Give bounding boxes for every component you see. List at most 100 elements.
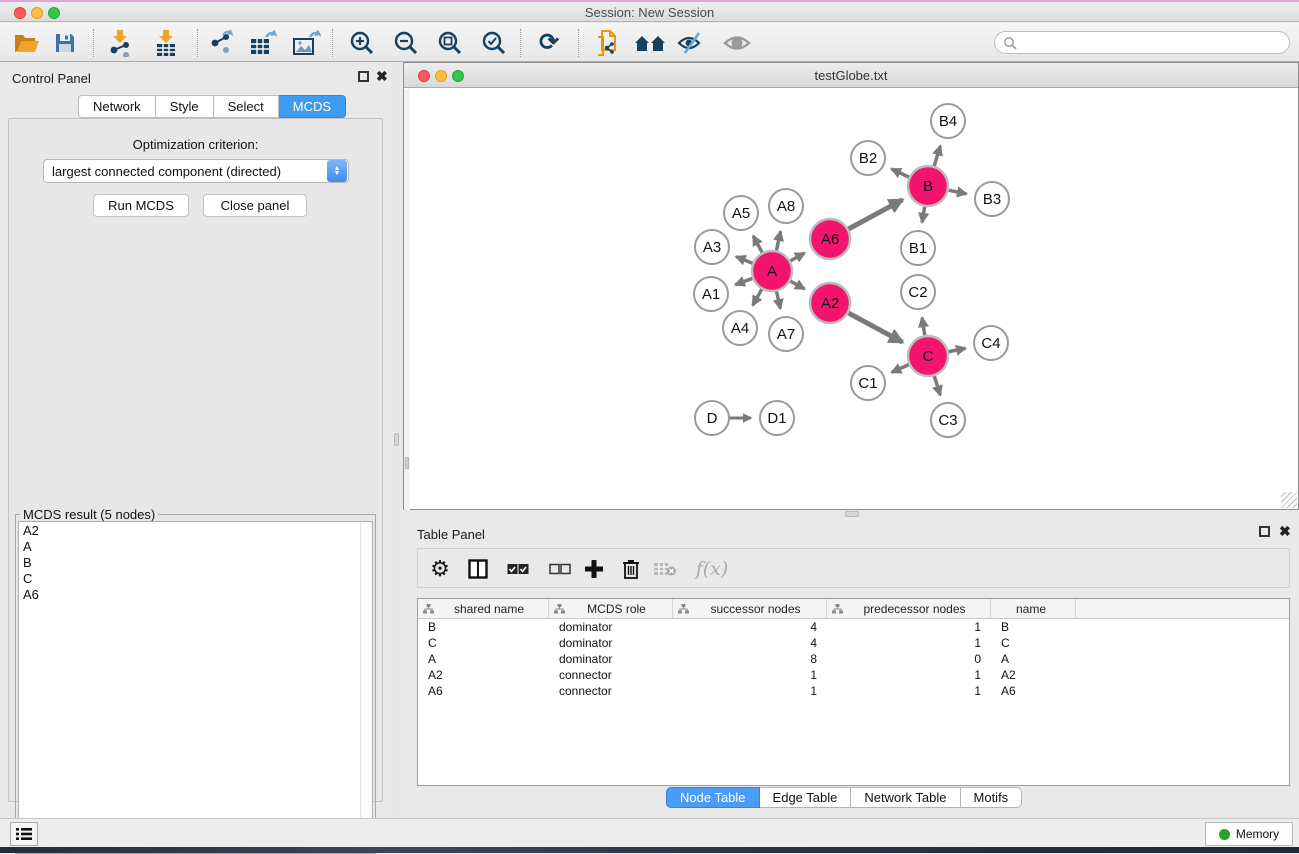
table-row[interactable]: Bdominator41B — [418, 619, 1289, 635]
task-history-button[interactable] — [10, 822, 38, 846]
graph-node-A1[interactable]: A1 — [694, 277, 728, 311]
graph-edge[interactable] — [790, 253, 804, 261]
open-session-icon[interactable] — [12, 29, 42, 57]
column-selector-icon[interactable] — [464, 555, 492, 583]
network-graph[interactable]: B4B2BB3A8A5A6B1A3AA1C2A2A4A7C4CC1C3DD1 — [410, 89, 1298, 509]
column-header-mcds-role[interactable]: MCDS role — [549, 599, 673, 618]
graph-edge[interactable] — [848, 200, 902, 229]
mcds-result-item[interactable]: A2 — [19, 522, 372, 538]
graph-edge[interactable] — [892, 169, 909, 177]
mcds-result-item[interactable]: A — [19, 538, 372, 554]
graph-node-B4[interactable]: B4 — [931, 104, 965, 138]
graph-node-A8[interactable]: A8 — [769, 189, 803, 223]
export-network-icon[interactable] — [206, 29, 236, 57]
network-window-titlebar[interactable]: testGlobe.txt — [404, 63, 1298, 88]
table-row[interactable]: A2connector11A2 — [418, 667, 1289, 683]
close-panel-icon[interactable]: ✖ — [1279, 523, 1291, 540]
zoom-fit-icon[interactable] — [435, 29, 465, 57]
table-row[interactable]: Cdominator41C — [418, 635, 1289, 651]
optimization-criterion-select[interactable]: largest connected component (directed) ▲… — [43, 159, 349, 183]
graph-edge[interactable] — [922, 318, 925, 336]
graph-edge[interactable] — [735, 278, 752, 284]
import-network-icon[interactable] — [105, 29, 135, 57]
zoom-in-icon[interactable] — [347, 29, 377, 57]
mcds-result-list[interactable]: A2ABCA6 — [18, 521, 373, 851]
splitter-handle[interactable] — [394, 433, 399, 446]
table-row[interactable]: Adominator80A — [418, 651, 1289, 667]
mcds-result-item[interactable]: B — [19, 554, 372, 570]
graph-edge[interactable] — [848, 313, 902, 342]
graph-node-C2[interactable]: C2 — [901, 275, 935, 309]
tab-select[interactable]: Select — [214, 95, 279, 118]
zoom-out-icon[interactable] — [391, 29, 421, 57]
import-table-icon[interactable] — [151, 29, 181, 57]
memory-button[interactable]: Memory — [1205, 822, 1293, 846]
select-all-checkboxes-icon[interactable] — [504, 555, 532, 583]
graph-edge[interactable] — [736, 257, 752, 264]
graph-edge[interactable] — [790, 281, 804, 289]
graph-node-A5[interactable]: A5 — [724, 196, 758, 230]
table-row[interactable]: A6connector11A6 — [418, 683, 1289, 699]
delete-table-icon[interactable] — [651, 555, 679, 583]
run-mcds-button[interactable]: Run MCDS — [93, 194, 189, 217]
graph-node-D[interactable]: D — [695, 401, 729, 435]
graph-edge[interactable] — [934, 376, 940, 395]
tab-network[interactable]: Network — [78, 95, 156, 118]
float-panel-icon[interactable] — [358, 71, 369, 82]
birds-eye-view-icon[interactable] — [722, 29, 752, 57]
column-header-shared-name[interactable]: shared name — [418, 599, 549, 618]
add-column-icon[interactable] — [580, 555, 608, 583]
column-header-successor-nodes[interactable]: successor nodes — [673, 599, 827, 618]
scrollbar-track[interactable] — [360, 522, 372, 850]
graph-node-A4[interactable]: A4 — [723, 311, 757, 345]
float-panel-icon[interactable] — [1259, 526, 1270, 537]
vertical-splitter[interactable] — [391, 62, 403, 810]
function-builder-icon[interactable]: f(x) — [690, 555, 734, 583]
tab-motifs[interactable]: Motifs — [961, 787, 1023, 808]
close-panel-icon[interactable]: ✖ — [376, 68, 388, 85]
graph-node-C1[interactable]: C1 — [851, 366, 885, 400]
tab-edge-table[interactable]: Edge Table — [760, 787, 852, 808]
graph-edge[interactable] — [892, 365, 909, 373]
new-network-from-selection-icon[interactable] — [592, 29, 622, 57]
graph-node-C[interactable]: C — [908, 336, 948, 376]
horizontal-splitter[interactable] — [403, 510, 1299, 518]
column-header-name[interactable]: name — [991, 599, 1076, 618]
graph-node-C3[interactable]: C3 — [931, 403, 965, 437]
graph-edge[interactable] — [922, 207, 925, 223]
graph-node-A7[interactable]: A7 — [769, 317, 803, 351]
close-panel-button[interactable]: Close panel — [203, 194, 307, 217]
export-table-icon[interactable] — [248, 29, 278, 57]
graph-edge[interactable] — [776, 231, 780, 250]
search-box[interactable] — [994, 31, 1290, 54]
tab-node-table[interactable]: Node Table — [666, 787, 760, 808]
graph-node-A[interactable]: A — [752, 251, 792, 291]
show-hide-graphics-details-icon[interactable] — [676, 29, 706, 57]
save-session-icon[interactable] — [50, 29, 80, 57]
graph-edge[interactable] — [934, 146, 940, 166]
graph-node-B1[interactable]: B1 — [901, 231, 935, 265]
graph-edge[interactable] — [949, 190, 967, 194]
search-input[interactable] — [1021, 36, 1289, 50]
tab-mcds[interactable]: MCDS — [279, 95, 346, 118]
graph-node-B2[interactable]: B2 — [851, 141, 885, 175]
graph-node-D1[interactable]: D1 — [760, 401, 794, 435]
refresh-icon[interactable]: ⟳ — [534, 29, 564, 57]
zoom-selected-icon[interactable] — [479, 29, 509, 57]
mcds-result-item[interactable]: A6 — [19, 586, 372, 602]
graph-node-A3[interactable]: A3 — [695, 230, 729, 264]
graph-edge[interactable] — [777, 291, 781, 308]
graph-node-C4[interactable]: C4 — [974, 326, 1008, 360]
column-header-predecessor-nodes[interactable]: predecessor nodes — [827, 599, 991, 618]
resize-grip[interactable] — [1281, 492, 1297, 508]
home-icon[interactable] — [632, 29, 668, 57]
graph-edge[interactable] — [753, 289, 762, 305]
tab-style[interactable]: Style — [156, 95, 214, 118]
graph-edge[interactable] — [949, 348, 966, 352]
mcds-result-item[interactable]: C — [19, 570, 372, 586]
graph-node-B3[interactable]: B3 — [975, 182, 1009, 216]
graph-edge[interactable] — [753, 236, 762, 253]
graph-node-A6[interactable]: A6 — [810, 219, 850, 259]
tab-network-table[interactable]: Network Table — [851, 787, 960, 808]
deselect-all-checkboxes-icon[interactable] — [546, 555, 574, 583]
